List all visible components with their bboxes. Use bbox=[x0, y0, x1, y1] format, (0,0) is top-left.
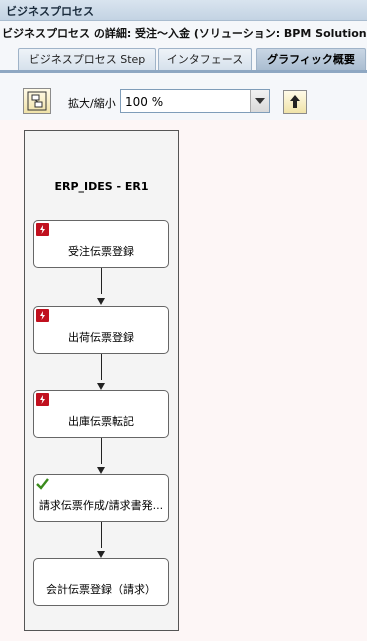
process-step[interactable]: 出荷伝票登録 bbox=[33, 306, 169, 354]
process-step[interactable]: 会計伝票登録（請求） bbox=[33, 558, 169, 606]
connector-arrow bbox=[97, 467, 105, 474]
zoom-select[interactable]: 100 % bbox=[120, 89, 270, 113]
zoom-value: 100 % bbox=[125, 95, 164, 109]
tab-graphic-overview[interactable]: グラフィック概要 bbox=[256, 48, 366, 70]
connector-arrow bbox=[97, 383, 105, 390]
error-icon bbox=[36, 393, 49, 406]
tab-label: インタフェース bbox=[166, 53, 244, 66]
zoom-label: 拡大/縮小 bbox=[68, 97, 116, 110]
process-step[interactable]: 出庫伝票転記 bbox=[33, 390, 169, 438]
process-step[interactable]: 受注伝票登録 bbox=[33, 220, 169, 268]
window-title: ビジネスプロセス bbox=[6, 5, 94, 18]
tab-interface[interactable]: インタフェース bbox=[158, 48, 252, 70]
step-label: 出庫伝票転記 bbox=[68, 415, 134, 428]
window-titlebar: ビジネスプロセス bbox=[0, 0, 367, 21]
process-step[interactable]: 請求伝票作成/請求書発... bbox=[33, 474, 169, 522]
error-icon bbox=[36, 223, 49, 236]
tab-label: グラフィック概要 bbox=[267, 53, 355, 66]
connector-arrow bbox=[97, 551, 105, 558]
step-label: 会計伝票登録（請求） bbox=[46, 583, 156, 596]
checkmark-icon bbox=[36, 478, 49, 490]
connector-line bbox=[101, 268, 102, 294]
step-label: 受注伝票登録 bbox=[68, 245, 134, 258]
pool-title: ERP_IDES - ER1 bbox=[54, 180, 149, 193]
connector-line bbox=[101, 438, 102, 464]
arrow-up-icon bbox=[290, 95, 300, 108]
connector-line bbox=[101, 522, 102, 548]
tab-strip: ビジネスプロセス Step インタフェース グラフィック概要 bbox=[0, 48, 367, 73]
tab-label: ビジネスプロセス Step bbox=[28, 53, 146, 66]
page-subtitle: ビジネスプロセス の詳細: 受注～入金 (ソリューション: BPM Soluti… bbox=[0, 22, 367, 40]
connector-line bbox=[101, 354, 102, 380]
page-subtitle-text: ビジネスプロセス の詳細: 受注～入金 (ソリューション: BPM Soluti… bbox=[2, 27, 367, 40]
overview-frame-button[interactable] bbox=[23, 88, 51, 114]
tab-business-process-step[interactable]: ビジネスプロセス Step bbox=[18, 48, 156, 70]
overview-frame-icon bbox=[27, 91, 47, 111]
error-icon bbox=[36, 309, 49, 322]
step-label: 出荷伝票登録 bbox=[68, 331, 134, 344]
connector-arrow bbox=[97, 298, 105, 305]
step-label: 請求伝票作成/請求書発... bbox=[38, 499, 164, 512]
zoom-dropdown-button[interactable] bbox=[250, 90, 269, 112]
navigate-up-button[interactable] bbox=[283, 90, 307, 114]
chevron-down-icon bbox=[255, 98, 265, 104]
